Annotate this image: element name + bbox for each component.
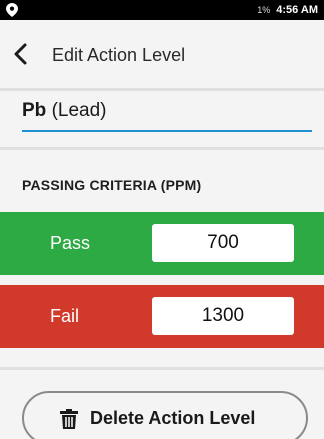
fail-row: Fail bbox=[0, 285, 324, 348]
page-title: Edit Action Level bbox=[52, 45, 186, 65]
pass-label: Pass bbox=[50, 233, 91, 253]
app-bar: Edit Action Level bbox=[0, 20, 324, 88]
actions-divider bbox=[0, 367, 324, 370]
header-divider bbox=[0, 88, 324, 91]
status-time: 4:56 AM bbox=[276, 4, 318, 16]
status-bar: 1% 4:56 AM bbox=[0, 0, 324, 20]
fail-label: Fail bbox=[50, 306, 80, 326]
pass-row: Pass bbox=[0, 212, 324, 275]
passing-criteria-label: PASSING CRITERIA (PPM) bbox=[22, 177, 202, 193]
chevron-left-icon bbox=[14, 43, 27, 65]
location-pin-icon bbox=[6, 3, 18, 17]
delete-action-level-button[interactable]: Delete Action Level bbox=[22, 391, 308, 439]
section-divider bbox=[0, 147, 324, 150]
element-field-underline bbox=[22, 130, 312, 132]
status-right: 1% 4:56 AM bbox=[257, 2, 318, 18]
delete-button-label: Delete Action Level bbox=[90, 408, 256, 428]
pass-value-input[interactable] bbox=[152, 224, 294, 262]
edit-action-level-screen: 1% 4:56 AM Edit Action Level Pb (Lead) P… bbox=[0, 0, 324, 439]
battery-level: 1% bbox=[257, 5, 271, 15]
back-button[interactable] bbox=[10, 42, 32, 66]
element-field[interactable]: Pb (Lead) bbox=[22, 100, 106, 128]
fail-value-input[interactable] bbox=[152, 297, 294, 335]
element-symbol: Pb bbox=[22, 100, 47, 121]
element-name: (Lead) bbox=[51, 100, 107, 121]
trash-icon bbox=[60, 409, 78, 429]
